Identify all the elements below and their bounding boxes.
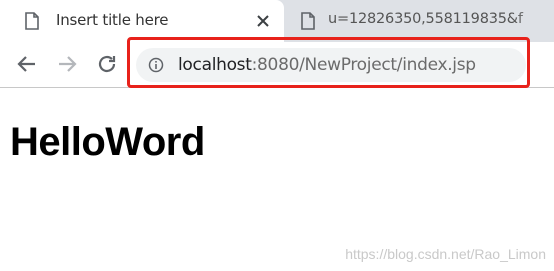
tab-insert-title[interactable]: Insert title here [0, 0, 284, 42]
reload-icon[interactable] [96, 53, 118, 75]
tab-strip: Insert title here u=12826350,558119835&f [0, 0, 554, 42]
tab-title: Insert title here [56, 11, 169, 29]
url-host: localhost [178, 55, 252, 75]
url-text[interactable]: localhost:8080/NewProject/index.jsp [178, 55, 476, 75]
document-icon [301, 12, 315, 30]
page-heading: HelloWord [10, 120, 205, 164]
browser-toolbar: localhost:8080/NewProject/index.jsp [0, 42, 554, 88]
watermark: https://blog.csdn.net/Rao_Limon [345, 246, 546, 262]
tab-title: u=12826350,558119835&f [328, 11, 523, 27]
arrow-right-icon[interactable] [56, 53, 78, 75]
address-bar[interactable]: localhost:8080/NewProject/index.jsp [136, 48, 526, 82]
url-path: :8080/NewProject/index.jsp [251, 55, 476, 75]
tab-fade [514, 0, 554, 42]
info-icon[interactable] [148, 57, 164, 73]
tab-image[interactable]: u=12826350,558119835&f [284, 0, 554, 42]
document-icon [25, 12, 39, 30]
arrow-left-icon[interactable] [16, 53, 38, 75]
close-icon[interactable] [254, 12, 272, 30]
